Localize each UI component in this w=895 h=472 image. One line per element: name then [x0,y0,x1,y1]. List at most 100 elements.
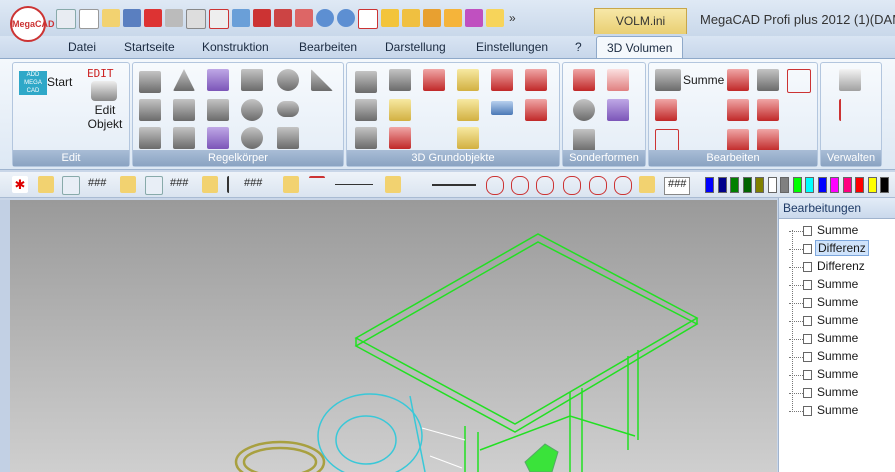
pen-value[interactable]: ### [244,177,262,193]
difference-icon[interactable] [655,99,677,121]
zoom-previous-icon[interactable] [614,176,632,195]
extrude-shift-icon[interactable] [389,69,411,91]
summe-icon[interactable] [655,69,681,91]
tab-einstellungen[interactable]: Einstellungen [476,40,548,54]
special-shape-icon[interactable] [573,69,595,91]
operation-label[interactable]: Differenz [815,259,867,273]
snap-icon[interactable]: ✱ [12,176,28,193]
linewidth-selector[interactable] [432,184,476,186]
pattern-2-icon[interactable] [525,99,547,121]
quick-access-overflow-icon[interactable]: » [509,9,516,29]
cut-icon[interactable] [787,69,811,93]
color-swatch[interactable] [817,177,827,193]
group-value[interactable]: ### [170,177,188,193]
operation-item[interactable]: Summe [789,330,889,348]
torus-icon[interactable] [277,101,299,117]
lock-2-icon[interactable] [120,176,136,193]
rotate-solid-icon[interactable] [389,127,411,149]
pyramid-icon[interactable] [139,99,161,121]
layer-value[interactable]: ### [88,177,106,193]
house-icon[interactable] [757,69,779,91]
operation-label[interactable]: Summe [815,331,860,345]
lock-icon[interactable] [38,176,54,193]
open-folder-icon[interactable] [102,9,120,27]
pen-style-icon[interactable] [227,176,245,193]
color-swatch[interactable] [805,177,814,193]
box-arrow-icon[interactable] [457,127,479,149]
operation-item[interactable]: Summe [789,348,889,366]
solid-loft-icon[interactable] [457,99,479,121]
layer-icon[interactable] [232,9,250,27]
plot-output-icon[interactable] [358,9,378,29]
loft-icon[interactable] [457,69,479,91]
extrude-up-icon[interactable] [355,71,377,93]
pattern-icon[interactable] [525,69,547,91]
wedge-icon[interactable] [311,69,333,91]
operation-item[interactable]: Differenz [789,258,889,276]
sphere-icon[interactable] [241,99,263,121]
color-swatch[interactable] [705,177,714,193]
settings-icon[interactable] [274,9,292,27]
color-swatch[interactable] [867,177,877,193]
frustum-icon[interactable] [139,127,161,149]
start-icon[interactable]: ADD MEGA CAD [19,71,47,95]
cylinder-icon[interactable] [173,99,195,121]
operation-item[interactable]: Differenz [789,240,889,258]
cube-icon[interactable] [402,9,420,27]
color-swatch[interactable] [842,177,852,193]
zoom-minus-icon[interactable] [589,176,607,195]
lock-4-icon[interactable] [283,176,299,193]
shell-icon[interactable] [607,69,629,91]
layer-select-icon[interactable] [62,176,80,195]
ring-icon[interactable] [573,99,595,121]
spring-icon[interactable] [277,127,299,149]
box-icon[interactable] [139,71,161,93]
operation-label[interactable]: Summe [815,349,860,363]
new-3d-icon[interactable] [56,9,76,29]
zoom-in-icon[interactable] [486,176,504,195]
redo-icon[interactable] [337,9,355,27]
operation-label[interactable]: Summe [815,313,860,327]
operation-item[interactable]: Summe [789,384,889,402]
zoom-window-icon[interactable] [511,176,529,195]
sphere-radius-icon[interactable] [241,127,263,149]
chamfer-icon[interactable] [757,99,779,121]
extrude-icon[interactable] [241,69,263,91]
lock-6-icon[interactable] [639,176,655,193]
operation-item[interactable]: Summe [789,222,889,240]
plane-icon[interactable] [444,9,462,27]
operation-label[interactable]: Summe [815,367,860,381]
group-select-icon[interactable] [145,176,163,195]
tab-startseite[interactable]: Startseite [124,40,175,54]
tab-konstruktion[interactable]: Konstruktion [202,40,269,54]
pencil-tool-icon[interactable] [491,101,513,115]
section-icon[interactable] [757,129,779,151]
save-icon[interactable] [123,9,141,27]
sweep-icon[interactable] [491,69,513,91]
cylinder-height-icon[interactable] [207,99,229,121]
linetype-selector[interactable] [335,184,373,185]
operation-item[interactable]: Summe [789,402,889,420]
new-file-icon[interactable] [79,9,99,29]
subtract-icon[interactable] [727,69,749,91]
megacad-logo[interactable]: MegaCAD [10,6,55,42]
zoom-all-icon[interactable] [536,176,554,195]
color-swatch[interactable] [730,177,739,193]
coordinate-icon[interactable] [486,9,504,27]
surface-icon[interactable] [573,129,595,151]
edit-object-icon[interactable] [91,81,117,101]
print-icon[interactable] [165,9,183,27]
operation-label[interactable]: Summe [815,403,860,417]
tab-datei[interactable]: Datei [68,40,96,54]
operation-item[interactable]: Summe [789,312,889,330]
pen-icon[interactable] [295,9,313,27]
tab-darstellung[interactable]: Darstellung [385,40,446,54]
pipe-icon[interactable] [389,99,411,121]
manage-icon[interactable] [839,69,861,91]
pyramid-extrude-icon[interactable] [355,127,377,149]
operation-label[interactable]: Differenz [815,240,869,256]
color-swatch[interactable] [880,177,889,193]
color-swatch[interactable] [717,177,727,193]
operation-item[interactable]: Summe [789,294,889,312]
axis-icon[interactable] [381,9,399,27]
